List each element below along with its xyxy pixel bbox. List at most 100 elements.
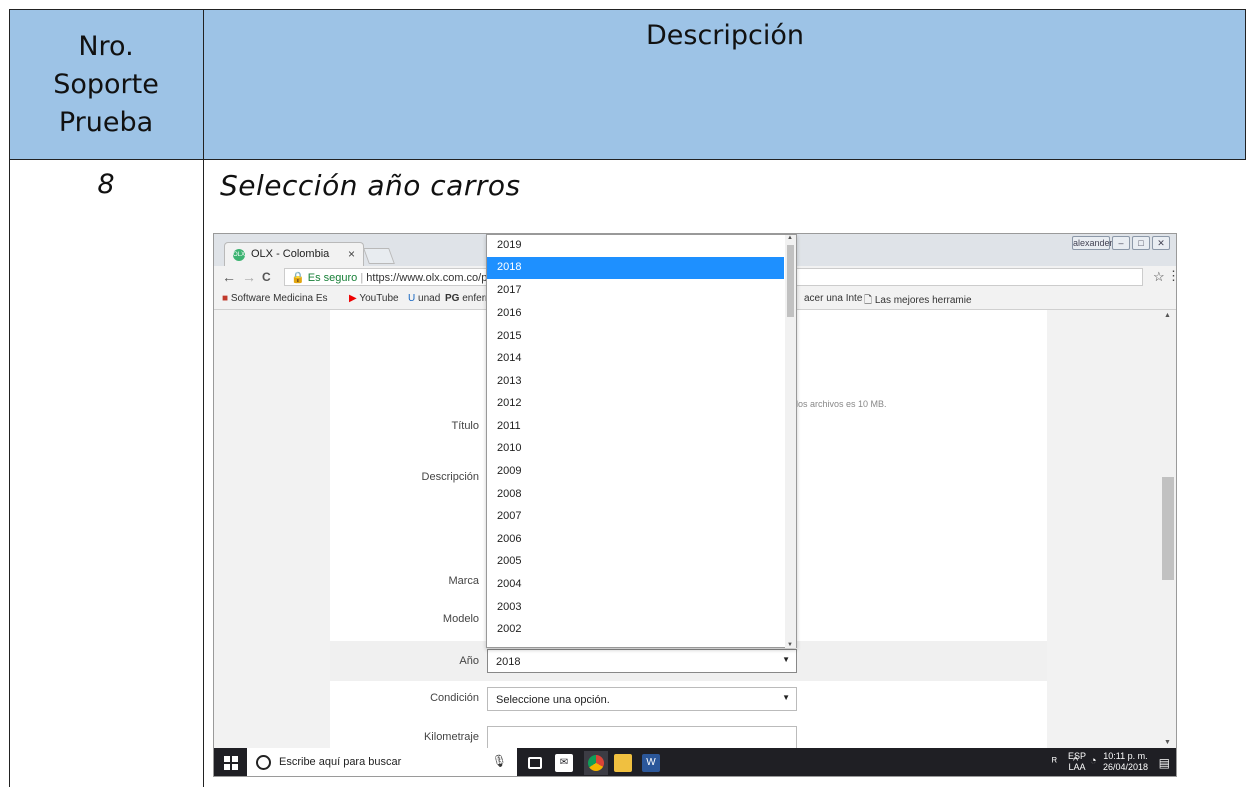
- scroll-down-icon[interactable]: ▼: [1164, 739, 1171, 746]
- chrome-icon: [588, 755, 604, 771]
- page-icon: 🗋: [864, 295, 873, 306]
- url-input-right[interactable]: [797, 268, 1143, 286]
- file-size-hint: los archivos es 10 MB.: [796, 399, 887, 409]
- dropdown-option[interactable]: 2003: [487, 597, 784, 619]
- dropdown-option[interactable]: 2010: [487, 438, 784, 460]
- bookmark-item[interactable]: 🗋 Las mejores herramie: [864, 293, 972, 310]
- bookmark-item[interactable]: acer una Inte: [804, 293, 862, 304]
- dropdown-option[interactable]: 2018: [487, 257, 784, 279]
- dropdown-option[interactable]: 2008: [487, 484, 784, 506]
- dropdown-option[interactable]: 2013: [487, 371, 784, 393]
- dropdown-option[interactable]: 2002: [487, 619, 784, 641]
- label-modelo: Modelo: [442, 613, 479, 625]
- dropdown-option[interactable]: 2006: [487, 529, 784, 551]
- right-gutter: [1047, 310, 1160, 748]
- window-user-badge[interactable]: alexander: [1072, 236, 1113, 250]
- bookmark-item[interactable]: ■ Software Medicina Es: [222, 293, 328, 304]
- microphone-icon[interactable]: 🎙: [492, 754, 507, 768]
- secure-label: Es seguro: [307, 272, 358, 284]
- bookmark-item[interactable]: U unad: [408, 293, 440, 304]
- close-window-icon[interactable]: ✕: [1152, 236, 1170, 250]
- dropdown-option[interactable]: 2004: [487, 574, 784, 596]
- page-content: ▲ ▼ los archivos es 10 MB. Título Descri…: [214, 234, 1176, 750]
- label-anio: Año: [459, 655, 479, 667]
- maximize-icon[interactable]: □: [1132, 236, 1150, 250]
- minimize-icon[interactable]: –: [1112, 236, 1130, 250]
- youtube-icon: ▶: [349, 293, 357, 304]
- condicion-select-value: Seleccione una opción.: [496, 694, 610, 706]
- olx-favicon-icon: OLX: [233, 249, 245, 261]
- taskbar-search[interactable]: Escribe aquí para buscar 🎙: [247, 748, 517, 776]
- label-titulo: Título: [451, 420, 479, 432]
- wifi-icon[interactable]: ◔: [1090, 755, 1097, 767]
- browser-menu-icon[interactable]: ⋮: [1167, 268, 1176, 284]
- scroll-up-icon[interactable]: ▲: [1164, 312, 1171, 319]
- chevron-down-icon: ▼: [782, 655, 790, 664]
- row-title: Selección año carros: [220, 169, 521, 202]
- medicina-icon: ■: [222, 293, 229, 304]
- mail-icon[interactable]: ✉: [555, 754, 573, 772]
- label-marca: Marca: [448, 575, 479, 587]
- windows-taskbar: Escribe aquí para buscar 🎙 ✉ W ᴿ ^ ◔ ESP…: [214, 748, 1176, 776]
- notifications-icon[interactable]: ▤: [1159, 756, 1170, 770]
- people-icon[interactable]: ᴿ: [1052, 756, 1057, 768]
- row-number: 8: [97, 169, 115, 200]
- dropdown-option[interactable]: 2009: [487, 461, 784, 483]
- dropdown-option[interactable]: 2015: [487, 326, 784, 348]
- pg-icon: PG: [445, 293, 460, 304]
- dropdown-option[interactable]: 2016: [487, 303, 784, 325]
- scroll-down-icon[interactable]: ▼: [787, 642, 793, 648]
- label-condicion: Condición: [430, 692, 479, 704]
- back-icon[interactable]: ←: [222, 269, 236, 285]
- anio-select-value: 2018: [496, 656, 521, 668]
- dropdown-option[interactable]: 2012: [487, 393, 784, 415]
- dropdown-option[interactable]: 2007: [487, 506, 784, 528]
- taskbar-search-placeholder: Escribe aquí para buscar: [279, 756, 402, 768]
- table-column-divider: [203, 9, 204, 787]
- header-nro-soporte-prueba: Nro. Soporte Prueba: [53, 30, 159, 138]
- word-icon[interactable]: W: [642, 754, 660, 772]
- dropdown-option[interactable]: 2017: [487, 280, 784, 302]
- anio-select[interactable]: 2018 ▼: [487, 649, 797, 673]
- window-controls: alexander – □ ✕: [1072, 236, 1170, 250]
- kilometraje-input[interactable]: [487, 726, 797, 750]
- dropdown-option[interactable]: 2014: [487, 348, 784, 370]
- table-border-left: [9, 9, 10, 787]
- chrome-taskbar-button[interactable]: [584, 751, 608, 775]
- reload-icon[interactable]: C: [262, 269, 271, 285]
- dropdown-scroll-thumb[interactable]: [787, 245, 794, 317]
- scroll-thumb[interactable]: [1162, 477, 1174, 580]
- dropdown-option[interactable]: 2019: [487, 235, 784, 257]
- label-descripcion: Descripción: [421, 471, 479, 483]
- page-scrollbar[interactable]: ▲ ▼: [1160, 310, 1176, 748]
- unad-icon: U: [408, 293, 416, 304]
- label-kilometraje: Kilometraje: [423, 731, 479, 743]
- table-header: Nro. Soporte Prueba Descripción: [9, 9, 1246, 160]
- new-tab-button[interactable]: [363, 248, 395, 264]
- url-input[interactable]: 🔒 Es seguro | https://www.olx.com.co/pos…: [284, 268, 489, 286]
- tab-close-icon[interactable]: ×: [348, 247, 355, 261]
- embedded-screenshot: OLX OLX - Colombia × alexander – □ ✕ ← →…: [213, 233, 1177, 777]
- condicion-select[interactable]: Seleccione una opción. ▼: [487, 687, 797, 711]
- dropdown-scrollbar[interactable]: ▲ ▼: [785, 235, 796, 648]
- url-text: https://www.olx.com.co/postin: [366, 272, 489, 284]
- language-indicator[interactable]: ESP LAA: [1068, 751, 1086, 773]
- dropdown-option[interactable]: 2005: [487, 551, 784, 573]
- task-view-icon[interactable]: [528, 757, 542, 769]
- header-descripcion: Descripción: [645, 20, 805, 51]
- file-explorer-icon[interactable]: [614, 754, 632, 772]
- bookmark-item[interactable]: ▶ YouTube: [349, 293, 399, 304]
- dropdown-option[interactable]: 2011: [487, 416, 784, 438]
- clock[interactable]: 10:11 p. m. 26/04/2018: [1103, 751, 1148, 773]
- lock-icon: 🔒: [291, 272, 305, 284]
- windows-start-icon[interactable]: [224, 756, 238, 770]
- chevron-down-icon: ▼: [782, 693, 790, 702]
- bookmark-star-icon[interactable]: ☆: [1153, 269, 1165, 285]
- browser-tab[interactable]: OLX OLX - Colombia ×: [224, 242, 364, 266]
- left-gutter: [214, 310, 330, 748]
- anio-dropdown-list: 2019 2018 2017 2016 2015 2014 2013 2012 2011 2010…: [486, 234, 797, 648]
- scroll-up-icon[interactable]: ▲: [787, 235, 793, 241]
- forward-icon[interactable]: →: [242, 269, 256, 285]
- tab-title: OLX - Colombia: [251, 248, 330, 260]
- cortana-icon: [256, 755, 271, 770]
